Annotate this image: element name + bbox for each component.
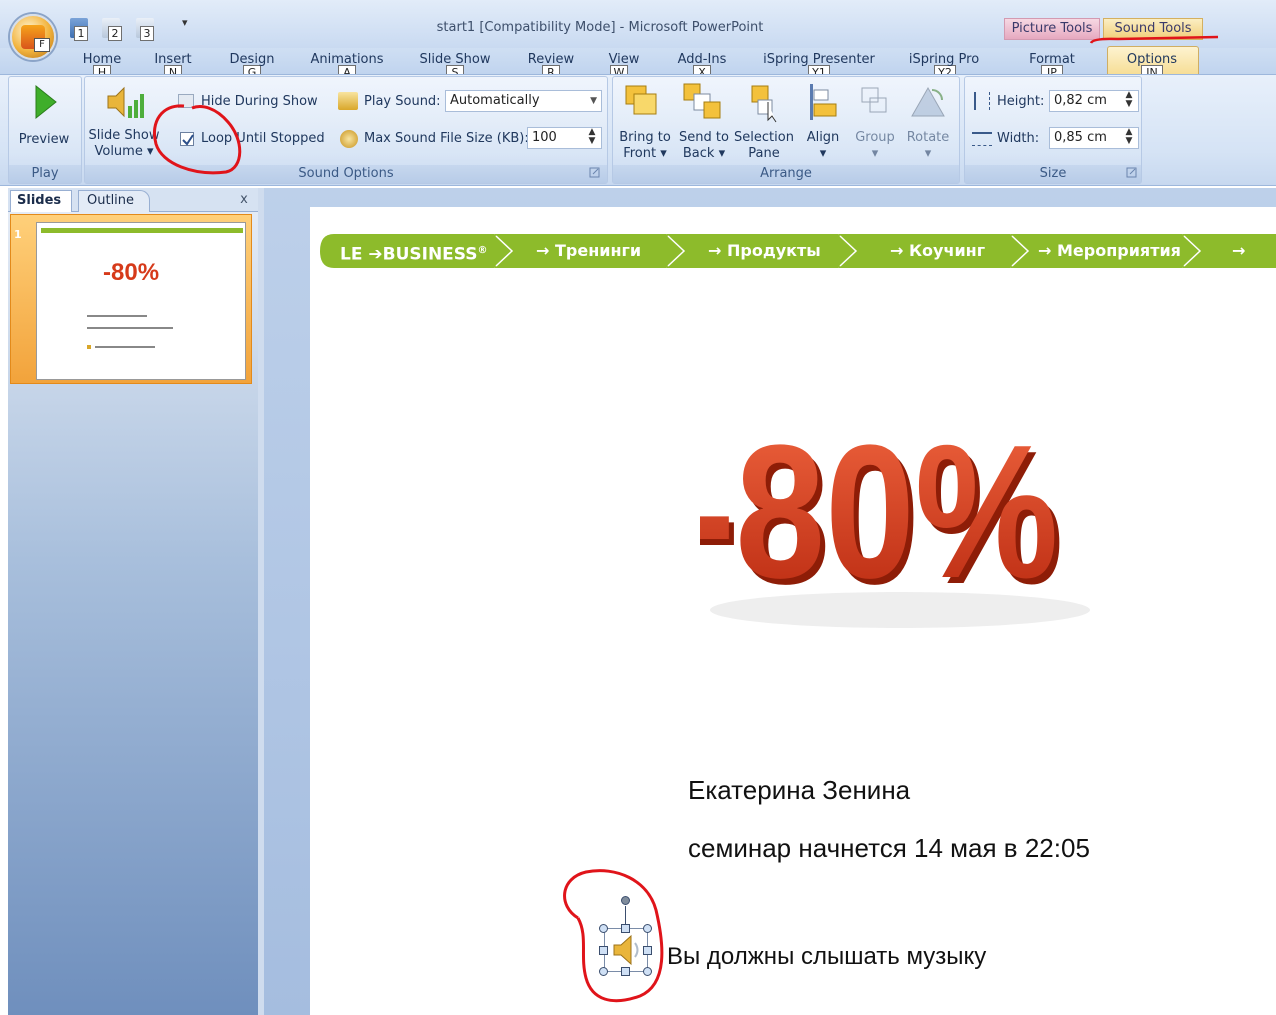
speaker-annotation-circle bbox=[563, 869, 664, 1003]
office-button-keytip: F bbox=[34, 38, 50, 52]
preview-button[interactable]: Preview bbox=[14, 82, 74, 154]
send-to-back-icon bbox=[683, 83, 721, 119]
thumbnail-text-line bbox=[87, 315, 147, 317]
loop-annotation-circle bbox=[153, 104, 242, 175]
width-spinner-icon[interactable]: ▲ ▼ bbox=[1122, 128, 1136, 148]
customize-qat-icon[interactable]: ▾ bbox=[182, 16, 188, 29]
seminar-time[interactable]: семинар начнется 14 мая в 22:05 bbox=[688, 833, 1090, 864]
spinner-icon[interactable]: ▲ ▼ bbox=[585, 128, 599, 148]
bring-to-front-button[interactable]: Bring to Front ▾ bbox=[616, 80, 674, 162]
play-icon bbox=[35, 84, 57, 120]
group-size-label: Size bbox=[965, 165, 1141, 183]
height-input[interactable]: 0,82 cm ▲ ▼ bbox=[1049, 90, 1139, 112]
group-arrange-label: Arrange bbox=[613, 165, 959, 183]
play-sound-dropdown[interactable]: Automatically ▼ bbox=[445, 90, 602, 112]
width-input[interactable]: 0,85 cm ▲ ▼ bbox=[1049, 127, 1139, 149]
tab-outline[interactable]: Outline bbox=[78, 190, 150, 212]
close-icon[interactable]: x bbox=[236, 192, 252, 208]
play-sound-icon bbox=[338, 92, 358, 110]
group-objects-icon bbox=[861, 87, 887, 113]
slide-thumbnail[interactable]: -80% bbox=[36, 222, 246, 380]
thumbnail-text-line bbox=[87, 327, 173, 329]
selection-pane-button[interactable]: Selection Pane bbox=[732, 80, 796, 162]
qat-keytip-3: 3 bbox=[140, 26, 154, 41]
thumbnail-speaker-icon bbox=[87, 345, 91, 349]
size-dialog-launcher-icon[interactable] bbox=[1126, 167, 1138, 179]
height-icon bbox=[974, 92, 990, 110]
rotate-button[interactable]: Rotate ▾ bbox=[902, 80, 954, 162]
thumbnail-nav-bar bbox=[41, 228, 243, 233]
group-play-label: Play bbox=[9, 165, 81, 183]
max-sound-file-size-input[interactable]: 100 ▲ ▼ bbox=[527, 127, 602, 149]
discount-text: -80% bbox=[700, 406, 1058, 618]
nav-item-products[interactable]: → Продукты bbox=[708, 232, 821, 270]
listen-instruction[interactable]: Вы должны слышать музыку bbox=[667, 943, 986, 971]
align-button[interactable]: Align ▾ bbox=[800, 80, 846, 162]
group-button[interactable]: Group ▾ bbox=[850, 80, 900, 162]
slide-number: 1 bbox=[14, 228, 22, 241]
bring-to-front-icon bbox=[625, 85, 657, 115]
picture-tools-label: Picture Tools bbox=[1004, 18, 1100, 40]
sound-tools-annotation-underline bbox=[1089, 35, 1219, 44]
tab-slides[interactable]: Slides bbox=[10, 190, 72, 212]
selection-pane-icon bbox=[751, 85, 777, 123]
send-to-back-button[interactable]: Send to Back ▾ bbox=[676, 80, 732, 162]
width-label: Width: bbox=[997, 131, 1040, 146]
nav-item-resources[interactable]: → Рес bbox=[1232, 232, 1276, 298]
speaker-name[interactable]: Екатерина Зенина bbox=[688, 775, 910, 806]
width-icon bbox=[972, 132, 992, 146]
nav-item-trainings[interactable]: → Тренинги bbox=[536, 232, 641, 270]
window-title: start1 [Compatibility Mode] - Microsoft … bbox=[436, 20, 764, 35]
arrow-circle-icon: ➔ bbox=[368, 244, 383, 265]
align-icon bbox=[810, 84, 837, 120]
play-sound-label: Play Sound: bbox=[364, 94, 441, 109]
height-spinner-icon[interactable]: ▲ ▼ bbox=[1122, 91, 1136, 111]
thumbnail-text-line bbox=[95, 346, 155, 348]
sound-file-icon bbox=[340, 130, 358, 148]
nav-logo[interactable]: LE ➔BUSINESS® bbox=[340, 232, 488, 270]
rotate-icon bbox=[911, 86, 945, 117]
max-sound-file-size-label: Max Sound File Size (KB): bbox=[364, 131, 529, 146]
dialog-launcher-icon[interactable] bbox=[589, 167, 601, 179]
nav-item-events[interactable]: → Мероприятия bbox=[1038, 232, 1181, 270]
discount-3d-image: -80% -80% bbox=[682, 406, 1090, 628]
nav-item-coaching[interactable]: → Коучинг bbox=[890, 232, 985, 270]
office-button[interactable]: F bbox=[10, 14, 56, 60]
slide-nav-bar: LE ➔BUSINESS® → Тренинги → Продукты → Ко… bbox=[320, 232, 1276, 298]
qat-keytip-2: 2 bbox=[108, 26, 122, 41]
qat-keytip-1: 1 bbox=[74, 26, 88, 41]
chevron-down-icon: ▼ bbox=[590, 96, 597, 106]
discount-graphic[interactable]: -80% -80% bbox=[682, 395, 1100, 635]
thumbnail-discount: -80% bbox=[103, 259, 160, 286]
height-label: Height: bbox=[997, 94, 1045, 109]
